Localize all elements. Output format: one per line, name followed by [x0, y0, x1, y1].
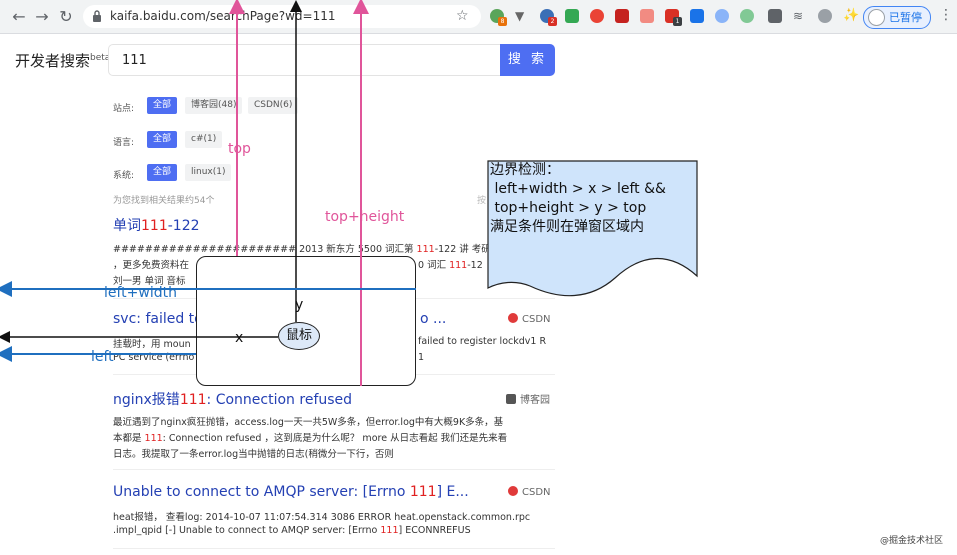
x-label: x: [235, 330, 244, 346]
annotation-arrows: [0, 0, 698, 386]
watermark: @掘金技术社区: [880, 536, 944, 546]
mouse-pointer-marker: 鼠标: [278, 322, 320, 350]
top-label: top: [228, 141, 251, 157]
left-width-label: left+width: [104, 285, 177, 301]
boundary-check-note: 边界检测： left+width > x > left && top+heigh…: [490, 162, 666, 235]
top-height-label: top+height: [325, 209, 405, 225]
y-label: y: [295, 297, 304, 313]
left-label: left: [91, 349, 114, 365]
